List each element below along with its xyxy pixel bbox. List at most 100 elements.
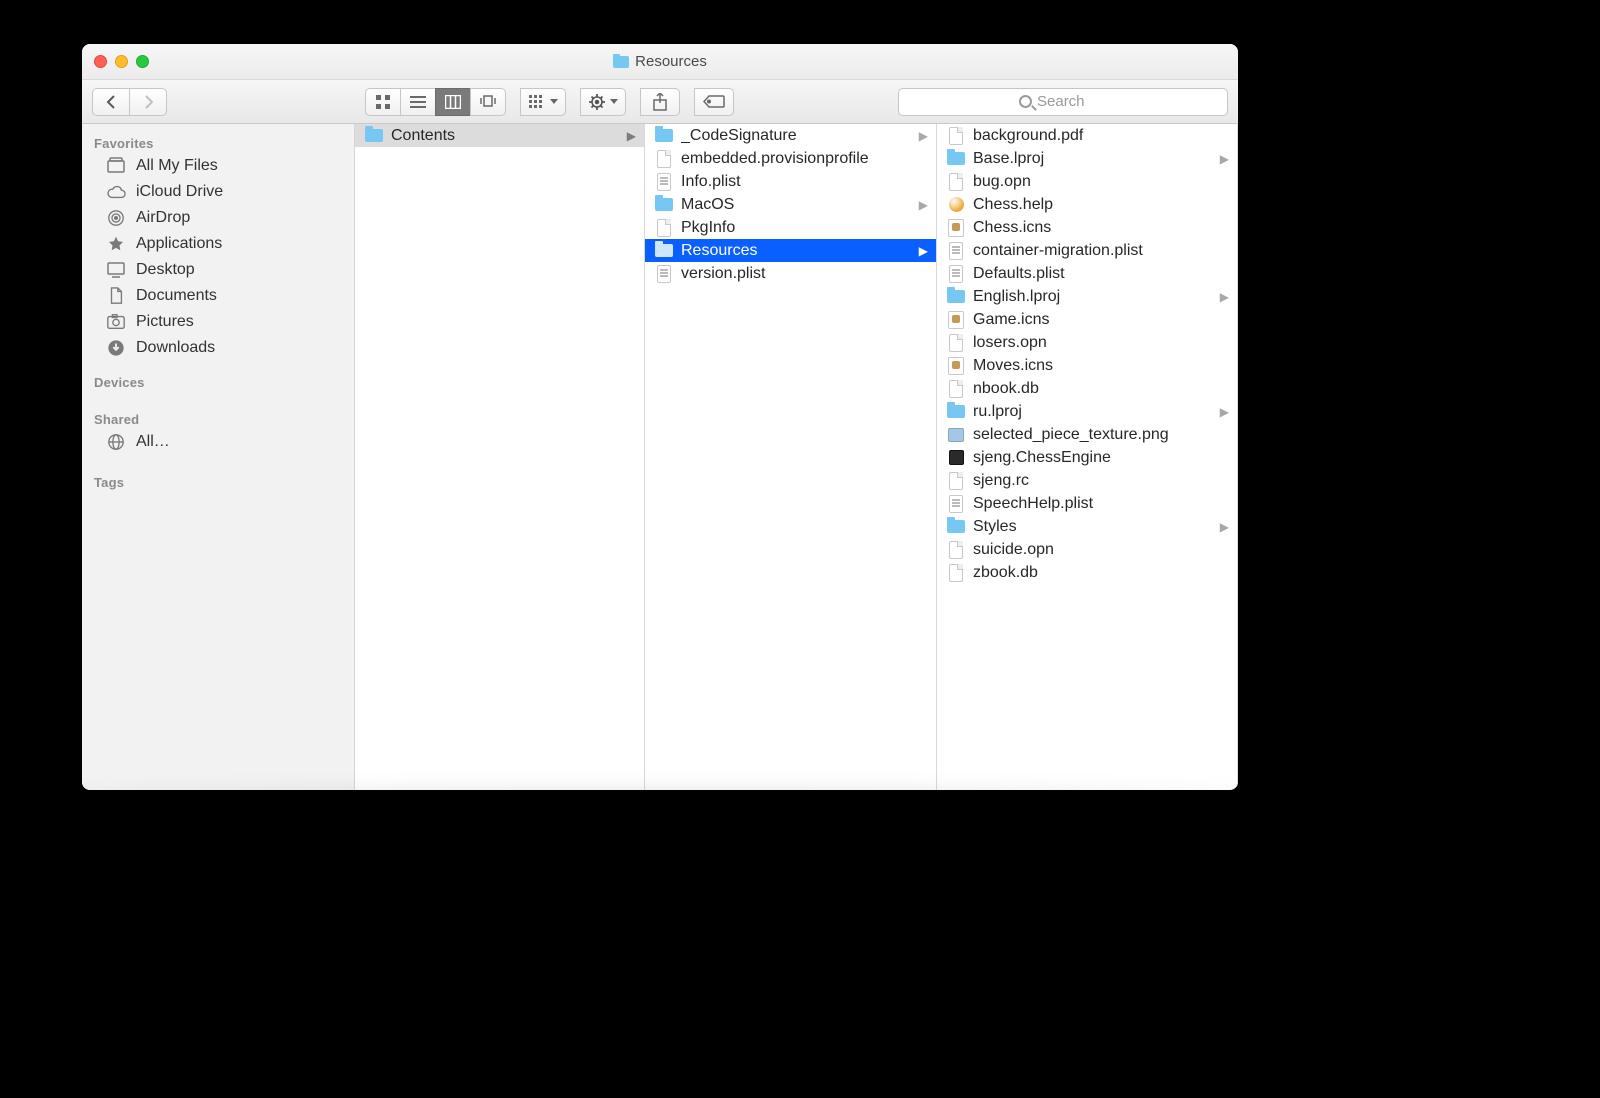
file-row[interactable]: English.lproj▶ [937,285,1237,308]
file-row[interactable]: container-migration.plist [937,239,1237,262]
sidebar-heading-tags: Tags [82,469,354,492]
file-row[interactable]: bug.opn [937,170,1237,193]
toolbar [82,80,1238,124]
file-row[interactable]: nbook.db [937,377,1237,400]
chevron-right-icon: ▶ [919,198,928,212]
share-button-group [640,88,680,116]
sidebar-item-icloud[interactable]: iCloud Drive [82,179,354,205]
file-name: losers.opn [973,334,1229,352]
sidebar-item-documents[interactable]: Documents [82,283,354,309]
desktop-icon [106,261,126,279]
traffic-lights [94,55,149,68]
search-field[interactable] [898,88,1228,116]
file-icon [949,127,963,145]
file-row[interactable]: SpeechHelp.plist [937,492,1237,515]
arrange-button[interactable] [520,88,566,116]
image-icon [948,428,964,442]
file-row[interactable]: losers.opn [937,331,1237,354]
file-icon [657,219,671,237]
chevron-right-icon: ▶ [1220,405,1229,419]
back-button[interactable] [92,88,130,116]
minimize-button[interactable] [115,55,128,68]
file-row[interactable]: Chess.icns [937,216,1237,239]
coverflow-view-button[interactable] [470,88,506,116]
sidebar-item-downloads[interactable]: Downloads [82,335,354,361]
sidebar: Favorites All My Files iCloud Drive AirDro… [82,124,355,790]
file-row[interactable]: selected_piece_texture.png [937,423,1237,446]
column-3[interactable]: background.pdfBase.lproj▶bug.opnChess.he… [937,124,1238,790]
window-title: Resources [82,53,1238,70]
sidebar-shared-list: All… [82,429,354,455]
file-row[interactable]: Chess.help [937,193,1237,216]
sidebar-item-pictures[interactable]: Pictures [82,309,354,335]
fullscreen-button[interactable] [136,55,149,68]
search-input[interactable] [1037,93,1107,110]
file-icon [949,541,963,559]
file-row[interactable]: sjeng.rc [937,469,1237,492]
file-name: Defaults.plist [973,265,1229,283]
column-2[interactable]: _CodeSignature▶embedded.provisionprofile… [645,124,937,790]
column-view-button[interactable] [435,88,471,116]
folder-icon [655,129,673,142]
sidebar-item-desktop[interactable]: Desktop [82,257,354,283]
icns-icon [948,219,964,237]
file-name: zbook.db [973,564,1229,582]
file-row[interactable]: Game.icns [937,308,1237,331]
file-row[interactable]: background.pdf [937,124,1237,147]
file-name: suicide.opn [973,541,1229,559]
file-icon [949,472,963,490]
file-row[interactable]: zbook.db [937,561,1237,584]
sidebar-item-label: All My Files [136,157,218,175]
sidebar-heading-favorites: Favorites [82,130,354,153]
action-button[interactable] [580,88,626,116]
list-view-button[interactable] [400,88,436,116]
pictures-icon [106,313,126,331]
sidebar-item-airdrop[interactable]: AirDrop [82,205,354,231]
file-icon [949,564,963,582]
file-name: Game.icns [973,311,1229,329]
file-name: Base.lproj [973,150,1212,168]
file-row[interactable]: Moves.icns [937,354,1237,377]
column-1[interactable]: Contents▶ [355,124,645,790]
file-icon [949,173,963,191]
file-row[interactable]: embedded.provisionprofile [645,147,936,170]
file-name: Contents [391,127,619,145]
file-row[interactable]: Contents▶ [355,124,644,147]
file-row[interactable]: Base.lproj▶ [937,147,1237,170]
file-row[interactable]: Styles▶ [937,515,1237,538]
file-row[interactable]: suicide.opn [937,538,1237,561]
sidebar-item-applications[interactable]: AApplications [82,231,354,257]
sidebar-item-all-my-files[interactable]: All My Files [82,153,354,179]
tags-button-group [694,88,734,116]
file-row[interactable]: ru.lproj▶ [937,400,1237,423]
file-row[interactable]: MacOS▶ [645,193,936,216]
sidebar-item-label: iCloud Drive [136,183,223,201]
file-row[interactable]: version.plist [645,262,936,285]
chevron-down-icon [610,99,618,104]
file-name: selected_piece_texture.png [973,426,1229,444]
folder-icon [613,56,629,68]
close-button[interactable] [94,55,107,68]
file-row[interactable]: Resources▶ [645,239,936,262]
icon-view-button[interactable] [365,88,401,116]
file-name: sjeng.rc [973,472,1229,490]
file-name: Styles [973,518,1212,536]
file-row[interactable]: Info.plist [645,170,936,193]
file-row[interactable]: Defaults.plist [937,262,1237,285]
nav-buttons [92,88,167,116]
file-name: Resources [681,242,911,260]
file-row[interactable]: sjeng.ChessEngine [937,446,1237,469]
finder-window: Resources [82,44,1238,790]
tags-button[interactable] [694,88,734,116]
file-name: Info.plist [681,173,928,191]
file-icon [949,380,963,398]
sidebar-item-shared-all[interactable]: All… [82,429,354,455]
file-row[interactable]: PkgInfo [645,216,936,239]
share-button[interactable] [640,88,680,116]
sidebar-heading-shared: Shared [82,406,354,429]
forward-button[interactable] [129,88,167,116]
file-row[interactable]: _CodeSignature▶ [645,124,936,147]
folder-icon [365,129,383,142]
titlebar: Resources [82,44,1238,80]
file-name: SpeechHelp.plist [973,495,1229,513]
